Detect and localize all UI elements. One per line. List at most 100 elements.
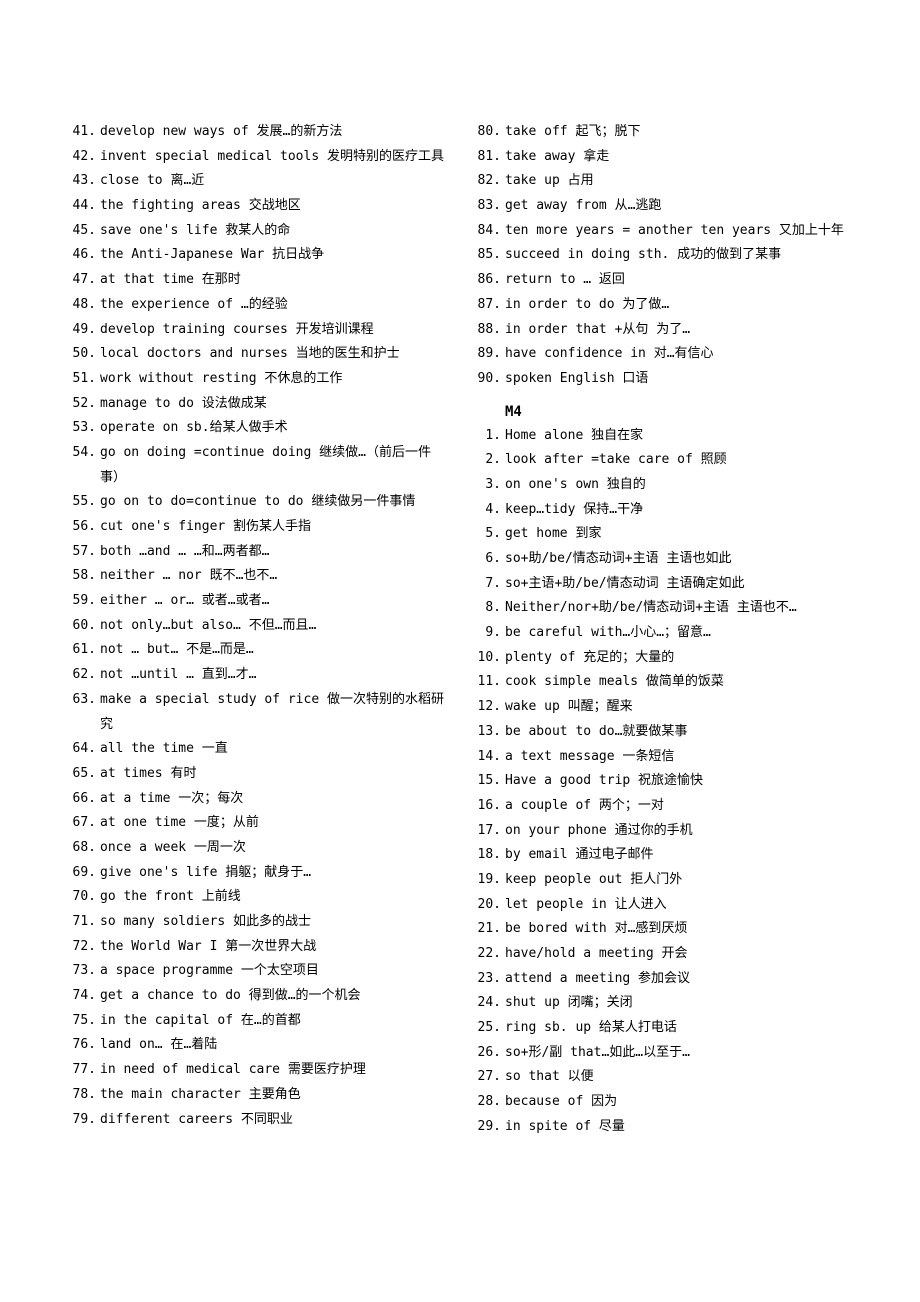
list-item: 65.at times 有时	[70, 762, 445, 787]
vocab-list-right-top: 80.take off 起飞；脱下81.take away 拿走82.take …	[475, 120, 850, 392]
item-number: 74.	[70, 984, 96, 1009]
item-number: 55.	[70, 490, 96, 515]
item-number: 13.	[475, 720, 501, 745]
item-text: so many soldiers 如此多的战士	[100, 914, 311, 929]
item-text: cut one's finger 割伤某人手指	[100, 519, 311, 534]
list-item: 82.take up 占用	[475, 169, 850, 194]
item-number: 51.	[70, 367, 96, 392]
item-number: 29.	[475, 1115, 501, 1140]
item-text: ten more years = another ten years 又加上十年	[505, 223, 844, 238]
item-text: cook simple meals 做简单的饭菜	[505, 674, 724, 689]
list-item: 83.get away from 从…逃跑	[475, 194, 850, 219]
item-text: keep people out 拒人门外	[505, 872, 682, 887]
item-number: 9.	[475, 621, 501, 646]
item-number: 27.	[475, 1065, 501, 1090]
item-number: 89.	[475, 342, 501, 367]
item-text: operate on sb.给某人做手术	[100, 420, 288, 435]
item-number: 46.	[70, 243, 96, 268]
vocab-list-right-bottom: 1.Home alone 独自在家2.look after =take care…	[475, 424, 850, 1140]
item-text: so+主语+助/be/情态动词 主语确定如此	[505, 576, 744, 591]
list-item: 41.develop new ways of 发展…的新方法	[70, 120, 445, 145]
list-item: 24.shut up 闭嘴；关闭	[475, 991, 850, 1016]
list-item: 11.cook simple meals 做简单的饭菜	[475, 670, 850, 695]
list-item: 14.a text message 一条短信	[475, 745, 850, 770]
list-item: 18.by email 通过电子邮件	[475, 843, 850, 868]
list-item: 53. operate on sb.给某人做手术	[70, 416, 445, 441]
list-item: 7.so+主语+助/be/情态动词 主语确定如此	[475, 572, 850, 597]
item-number: 75.	[70, 1009, 96, 1034]
item-number: 20.	[475, 893, 501, 918]
item-number: 41.	[70, 120, 96, 145]
item-text: look after =take care of 照顾	[505, 452, 727, 467]
item-text: give one's life 捐躯；献身于…	[100, 865, 311, 880]
list-item: 70.go the front 上前线	[70, 885, 445, 910]
item-number: 90.	[475, 367, 501, 392]
item-text: take away 拿走	[505, 149, 609, 164]
list-item: 17.on your phone 通过你的手机	[475, 819, 850, 844]
list-item: 3.on one's own 独自的	[475, 473, 850, 498]
list-item: 50. local doctors and nurses 当地的医生和护士	[70, 342, 445, 367]
list-item: 75. in the capital of 在…的首都	[70, 1009, 445, 1034]
item-text: go the front 上前线	[100, 889, 241, 904]
list-item: 73.a space programme 一个太空项目	[70, 959, 445, 984]
item-text: have confidence in 对…有信心	[505, 346, 714, 361]
item-number: 59.	[70, 589, 96, 614]
item-text: the World War I 第一次世界大战	[100, 939, 316, 954]
item-text: in the capital of 在…的首都	[100, 1013, 301, 1028]
item-text: be bored with 对…感到厌烦	[505, 921, 687, 936]
list-item: 86.return to … 返回	[475, 268, 850, 293]
item-text: at that time 在那时	[100, 272, 241, 287]
list-item: 9. be careful with…小心…；留意…	[475, 621, 850, 646]
item-number: 64.	[70, 737, 96, 762]
item-number: 71.	[70, 910, 96, 935]
item-text: so that 以便	[505, 1069, 594, 1084]
item-text: so+形/副 that…如此…以至于…	[505, 1045, 690, 1060]
list-item: 71. so many soldiers 如此多的战士	[70, 910, 445, 935]
list-item: 10.plenty of 充足的；大量的	[475, 646, 850, 671]
list-item: 79.different careers 不同职业	[70, 1108, 445, 1133]
list-item: 84.ten more years = another ten years 又加…	[475, 219, 850, 244]
item-text: by email 通过电子邮件	[505, 847, 653, 862]
list-item: 55.go on to do=continue to do 继续做另一件事情	[70, 490, 445, 515]
list-item: 54.go on doing =continue doing 继续做…（前后一件…	[70, 441, 445, 490]
list-item: 22. have/hold a meeting 开会	[475, 942, 850, 967]
item-number: 68.	[70, 836, 96, 861]
item-text: ring sb. up 给某人打电话	[505, 1020, 677, 1035]
list-item: 6.so+助/be/情态动词+主语 主语也如此	[475, 547, 850, 572]
item-number: 56.	[70, 515, 96, 540]
item-number: 8.	[475, 596, 501, 621]
item-text: take up 占用	[505, 173, 594, 188]
item-text: local doctors and nurses 当地的医生和护士	[100, 346, 400, 361]
list-item: 5.get home 到家	[475, 522, 850, 547]
item-text: the experience of …的经验	[100, 297, 288, 312]
list-item: 4.keep…tidy 保持…干净	[475, 498, 850, 523]
list-item: 78.the main character 主要角色	[70, 1083, 445, 1108]
section-heading-m4: M4	[505, 404, 850, 420]
list-item: 49.develop training courses 开发培训课程	[70, 318, 445, 343]
list-item: 21.be bored with 对…感到厌烦	[475, 917, 850, 942]
item-number: 22.	[475, 942, 501, 967]
item-number: 43.	[70, 169, 96, 194]
vocab-list-left: 41.develop new ways of 发展…的新方法42.invent …	[70, 120, 445, 1132]
list-item: 43.close to 离…近	[70, 169, 445, 194]
item-text: let people in 让人进入	[505, 897, 667, 912]
item-number: 66.	[70, 787, 96, 812]
left-column: 41.develop new ways of 发展…的新方法42.invent …	[70, 120, 445, 1140]
item-number: 53.	[70, 416, 96, 441]
list-item: 48.the experience of …的经验	[70, 293, 445, 318]
item-number: 15.	[475, 769, 501, 794]
item-text: be careful with…小心…；留意…	[505, 625, 711, 640]
list-item: 81.take away 拿走	[475, 145, 850, 170]
list-item: 25.ring sb. up 给某人打电话	[475, 1016, 850, 1041]
item-number: 50.	[70, 342, 96, 367]
list-item: 23.attend a meeting 参加会议	[475, 967, 850, 992]
item-number: 6.	[475, 547, 501, 572]
list-item: 66.at a time 一次；每次	[70, 787, 445, 812]
item-number: 52.	[70, 392, 96, 417]
list-item: 51.work without resting 不休息的工作	[70, 367, 445, 392]
item-text: take off 起飞；脱下	[505, 124, 640, 139]
item-number: 72.	[70, 935, 96, 960]
item-text: have/hold a meeting 开会	[505, 946, 688, 961]
item-number: 23.	[475, 967, 501, 992]
list-item: 80.take off 起飞；脱下	[475, 120, 850, 145]
